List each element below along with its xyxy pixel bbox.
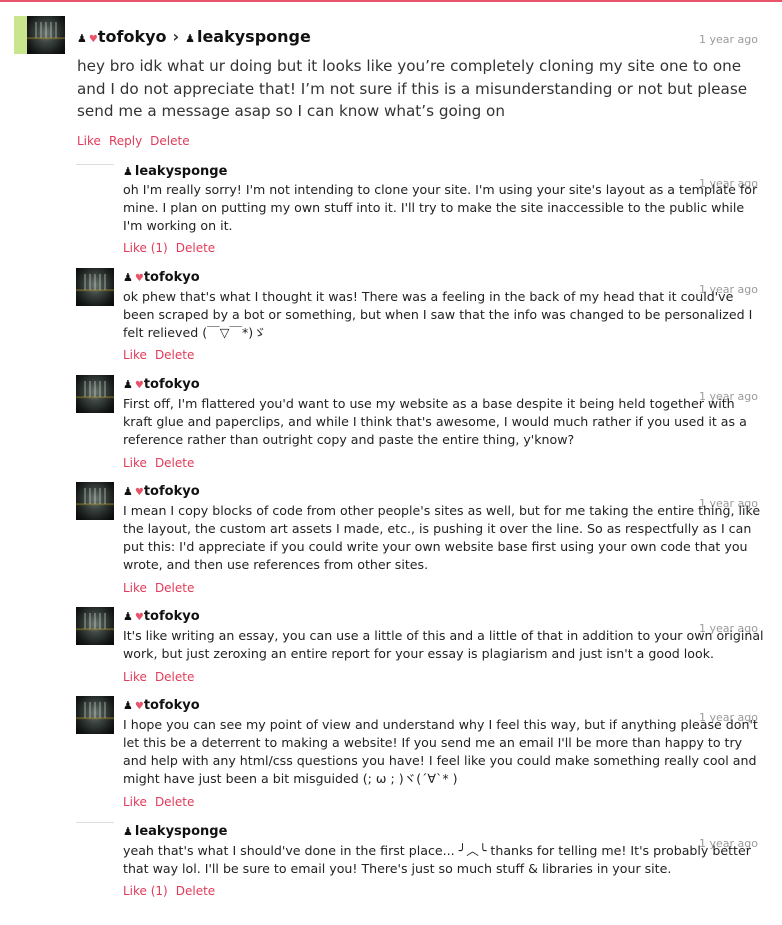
avatar[interactable]: [76, 607, 114, 645]
top-accent-bar: [0, 0, 782, 2]
author-name[interactable]: tofokyo: [144, 609, 200, 624]
delete-button[interactable]: Delete: [150, 134, 189, 148]
author-name[interactable]: tofokyo: [144, 698, 200, 713]
reply-actions: Like Delete: [123, 581, 202, 595]
avatar[interactable]: [76, 822, 114, 823]
avatar-accent: [14, 16, 27, 54]
author-name[interactable]: leakysponge: [135, 164, 228, 179]
reply-header: ♟ ♥tofokyo: [123, 698, 200, 713]
user-icon: ♟: [123, 610, 133, 623]
user-icon: ♟: [123, 271, 133, 284]
reply-actions: Like (1) Delete: [123, 241, 223, 255]
reply-actions: Like Delete: [123, 456, 202, 470]
heart-icon: ♥: [134, 612, 144, 623]
delete-button[interactable]: Delete: [176, 241, 215, 255]
avatar[interactable]: [27, 16, 65, 54]
delete-button[interactable]: Delete: [176, 884, 215, 898]
delete-button[interactable]: Delete: [155, 456, 194, 470]
like-button[interactable]: Like: [123, 795, 147, 809]
user-icon: ♟: [77, 32, 87, 45]
avatar[interactable]: [76, 375, 114, 413]
heart-icon: ♥: [134, 273, 144, 284]
reply-button[interactable]: Reply: [109, 134, 142, 148]
delete-button[interactable]: Delete: [155, 795, 194, 809]
avatar[interactable]: [76, 482, 114, 520]
reply-text: I mean I copy blocks of code from other …: [123, 503, 761, 572]
like-button[interactable]: Like (1): [123, 241, 168, 255]
like-button[interactable]: Like: [123, 670, 147, 684]
reply-actions: Like Delete: [123, 348, 202, 362]
author-name[interactable]: tofokyo: [144, 377, 200, 392]
heart-icon: ♥: [134, 487, 144, 498]
delete-button[interactable]: Delete: [155, 670, 194, 684]
avatar[interactable]: [76, 696, 114, 734]
user-icon: ♟: [185, 32, 195, 45]
reply-actions: Like Delete: [123, 795, 202, 809]
reply-actions: Like Delete: [123, 670, 202, 684]
reply-actions: Like (1) Delete: [123, 884, 223, 898]
reply-text: I hope you can see my point of view and …: [123, 717, 758, 786]
author-name[interactable]: tofokyo: [144, 484, 200, 499]
like-button[interactable]: Like: [123, 581, 147, 595]
like-button[interactable]: Like: [123, 348, 147, 362]
recipient-name[interactable]: leakysponge: [197, 27, 311, 46]
reply-text: yeah that's what I should've done in the…: [123, 843, 751, 876]
chevron-right-icon: ›: [172, 27, 180, 46]
reply-header: ♟ ♥tofokyo: [123, 484, 200, 499]
like-button[interactable]: Like: [77, 134, 101, 148]
like-button[interactable]: Like (1): [123, 884, 168, 898]
user-icon: ♟: [123, 485, 133, 498]
reply-header: ♟ leakysponge: [123, 824, 227, 839]
comment-text: hey bro idk what ur doing but it looks l…: [77, 57, 748, 120]
reply-text: First off, I'm flattered you'd want to u…: [123, 396, 747, 447]
user-icon: ♟: [123, 165, 133, 178]
reply-header: ♟ ♥tofokyo: [123, 609, 200, 624]
timestamp: 1 year ago: [699, 33, 758, 46]
like-button[interactable]: Like: [123, 456, 147, 470]
avatar[interactable]: [76, 164, 114, 165]
reply-header: ♟ ♥tofokyo: [123, 377, 200, 392]
reply-text: oh I'm really sorry! I'm not intending t…: [123, 182, 758, 233]
reply-text: It's like writing an essay, you can use …: [123, 628, 764, 661]
reply-text: ok phew that's what I thought it was! Th…: [123, 289, 753, 340]
comment-actions: Like Reply Delete: [77, 134, 198, 148]
heart-icon: ♥: [134, 701, 144, 712]
user-icon: ♟: [123, 825, 133, 838]
delete-button[interactable]: Delete: [155, 581, 194, 595]
avatar[interactable]: [76, 268, 114, 306]
user-icon: ♟: [123, 378, 133, 391]
reply-header: ♟ leakysponge: [123, 164, 227, 179]
comment-header: ♟ ♥tofokyo › ♟ leakysponge: [77, 27, 311, 46]
user-icon: ♟: [123, 699, 133, 712]
author-name[interactable]: leakysponge: [135, 824, 228, 839]
reply-header: ♟ ♥tofokyo: [123, 270, 200, 285]
heart-icon: ♥: [88, 34, 98, 45]
author-name[interactable]: tofokyo: [98, 27, 167, 46]
author-name[interactable]: tofokyo: [144, 270, 200, 285]
delete-button[interactable]: Delete: [155, 348, 194, 362]
heart-icon: ♥: [134, 380, 144, 391]
